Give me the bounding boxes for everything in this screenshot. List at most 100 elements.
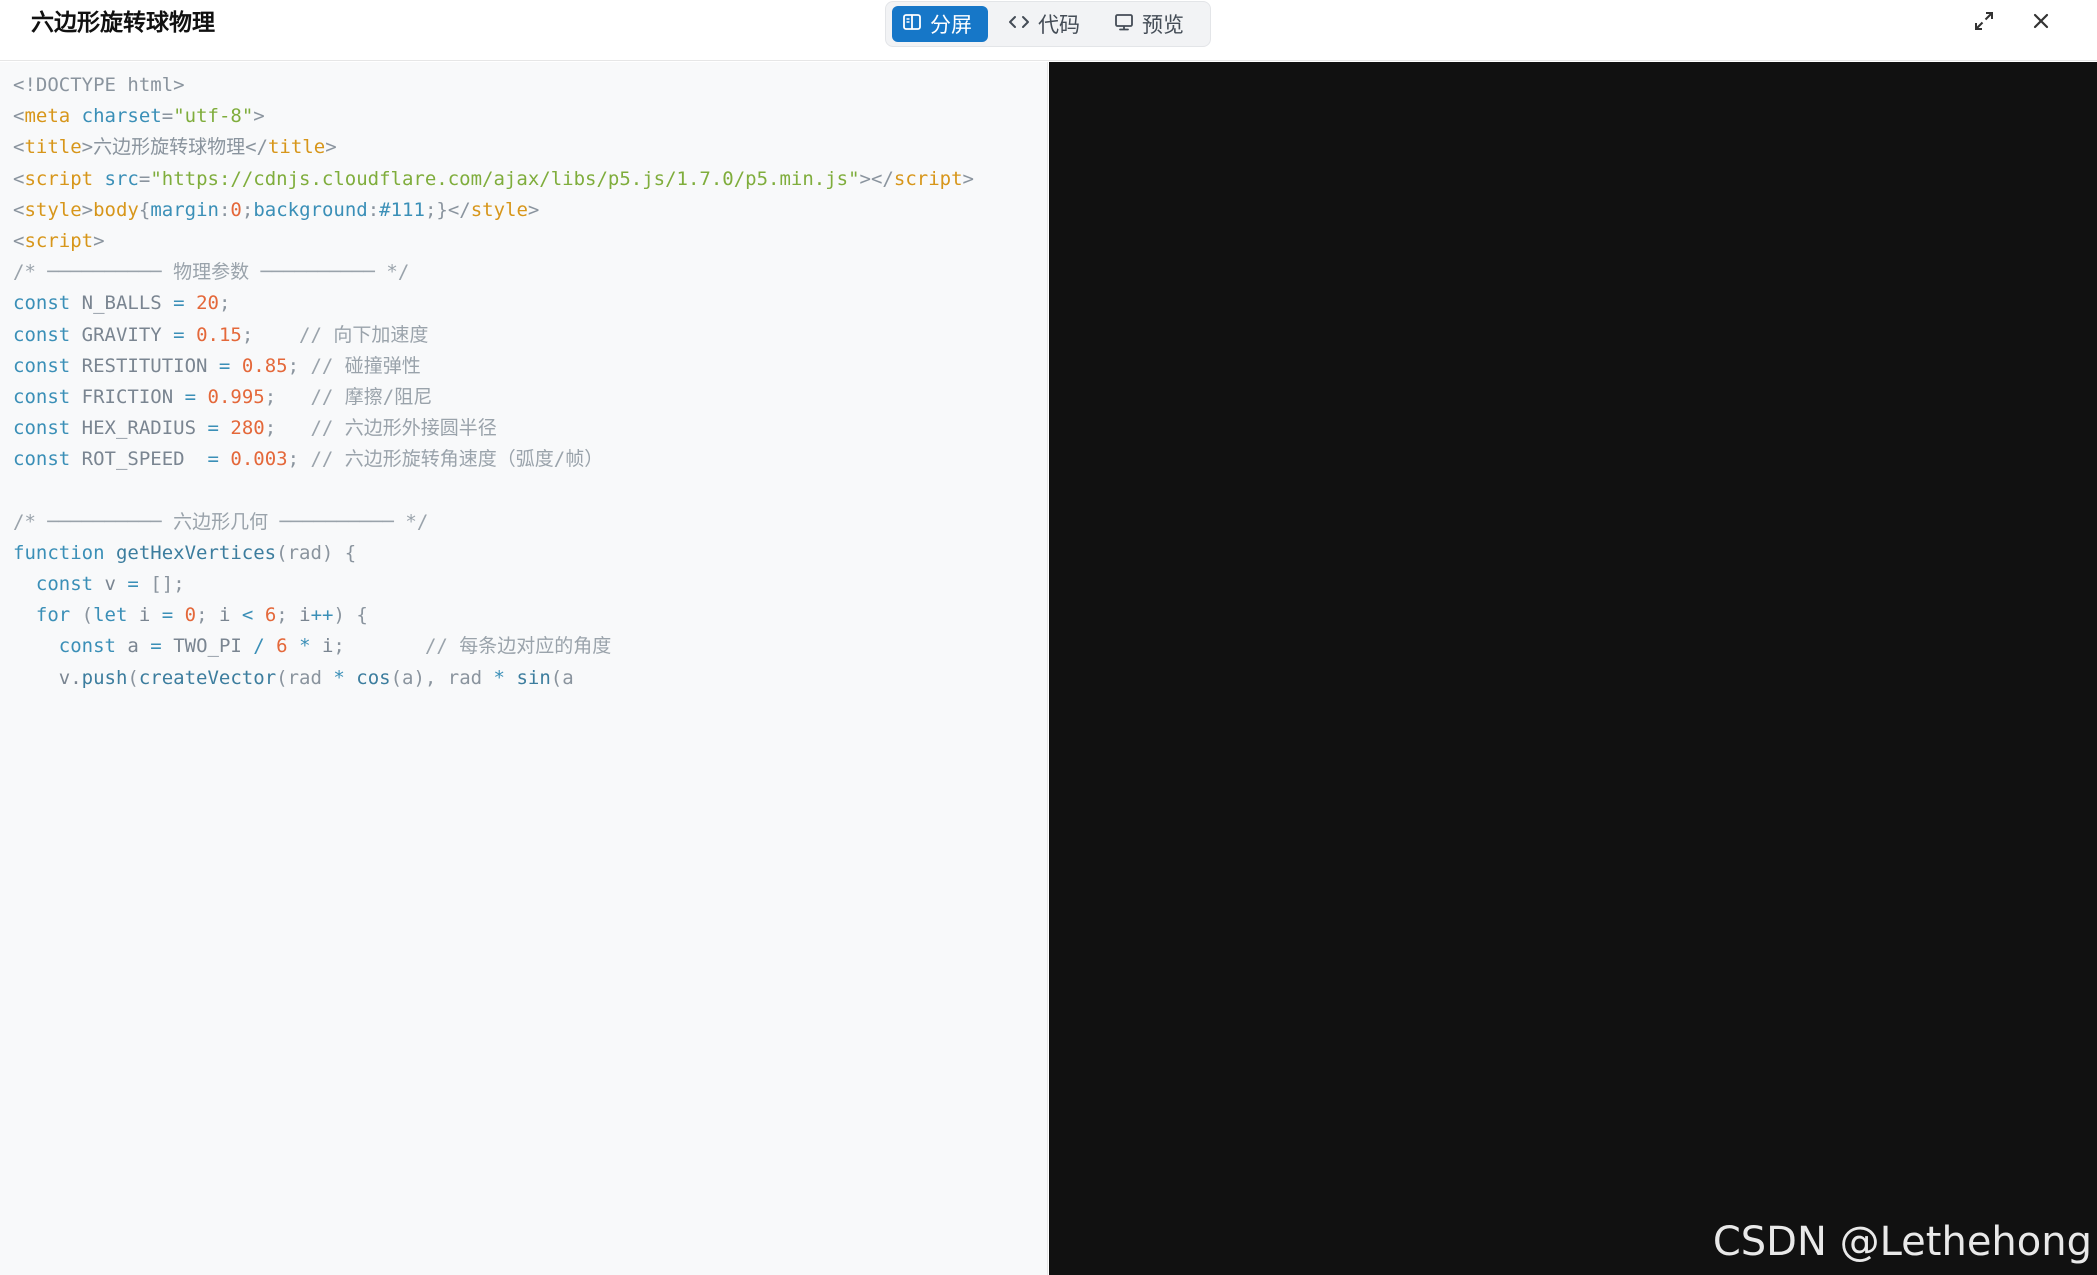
code-token: :	[367, 198, 380, 221]
code-token: ++	[310, 604, 334, 627]
code-token: 0.003	[230, 448, 288, 471]
code-line: /* ────────── 物理参数 ────────── */	[13, 257, 974, 288]
code-token: style	[470, 198, 528, 221]
code-token: TWO_PI	[161, 635, 254, 658]
code-token: i	[207, 604, 242, 627]
code-token: >	[962, 167, 974, 190]
code-token: =	[207, 417, 219, 440]
code-line: const ROT_SPEED = 0.003; // 六边形旋转角速度（弧度/…	[13, 444, 974, 475]
code-token: ;	[264, 417, 277, 440]
code-token: ;	[241, 198, 254, 221]
code-token: createVector	[138, 666, 277, 689]
code-token: (rad	[276, 666, 334, 689]
code-token: (rad) {	[276, 541, 357, 564]
preview-pane[interactable]: CSDN @Lethehong	[1049, 62, 2097, 1275]
close-icon	[2031, 11, 2051, 35]
expand-button[interactable]	[1969, 8, 1999, 38]
code-token: <	[241, 604, 254, 627]
code-token: script	[24, 229, 94, 252]
split-icon	[902, 12, 922, 37]
code-token: >	[81, 198, 94, 221]
code-token: "https://cdnjs.cloudflare.com/ajax/libs/…	[150, 167, 860, 190]
code-token: style	[24, 198, 82, 221]
code-content[interactable]: <!DOCTYPE html> <meta charset="utf-8"> <ti…	[13, 70, 974, 694]
close-button[interactable]	[2026, 8, 2056, 38]
code-token: charset	[81, 105, 162, 128]
code-token: <	[13, 198, 25, 221]
code-token: =	[127, 573, 139, 595]
code-token: // 碰撞弹性	[299, 354, 421, 377]
code-token: sin	[516, 666, 551, 689]
code-token: getHexVertices	[115, 541, 277, 564]
code-line: const FRICTION = 0.995; // 摩擦/阻尼	[13, 382, 974, 413]
top-bar: 六边形旋转球物理 分屏 代码 预览	[0, 0, 2097, 61]
code-view-label: 代码	[1038, 13, 1080, 37]
code-token: <	[13, 105, 25, 128]
code-token: cos	[356, 666, 391, 689]
code-token: src	[104, 167, 139, 190]
code-token: FRICTION	[70, 385, 185, 408]
code-token: margin	[150, 198, 219, 221]
code-token: /	[253, 635, 265, 658]
code-token: const	[13, 292, 71, 315]
code-token: <!DOCTYPE html>	[13, 74, 185, 96]
code-token: >	[325, 136, 337, 159]
monitor-icon	[1114, 12, 1134, 37]
code-line: const v = [];	[13, 569, 974, 600]
preview-view-label: 预览	[1142, 13, 1184, 37]
window-title: 六边形旋转球物理	[31, 10, 215, 36]
code-token: v	[93, 573, 128, 595]
code-line: for (let i = 0; i < 6; i++) {	[13, 600, 974, 631]
code-view-button[interactable]: 代码	[998, 6, 1094, 42]
code-token: >	[93, 229, 105, 252]
preview-view-button[interactable]: 预览	[1104, 6, 1204, 42]
code-token: >	[527, 198, 540, 221]
code-token: const	[35, 573, 94, 595]
code-token: push	[81, 666, 128, 689]
code-token: title	[267, 136, 326, 159]
code-token: RESTITUTION	[70, 354, 219, 377]
code-token: script	[24, 167, 94, 190]
code-line: const a = TWO_PI / 6 * i; // 每条边对应的角度	[13, 631, 974, 662]
code-line: <script src="https://cdnjs.cloudflare.co…	[13, 164, 974, 195]
code-token: // 六边形外接圆半径	[276, 417, 497, 440]
code-line: const GRAVITY = 0.15; // 向下加速度	[13, 320, 974, 351]
code-token: (	[70, 604, 94, 627]
code-token: 6	[276, 635, 288, 658]
code-token: <	[13, 136, 25, 159]
code-token: background	[253, 198, 368, 221]
code-token: 0.85	[241, 354, 288, 377]
split-view-button[interactable]: 分屏	[892, 6, 988, 42]
code-editor-pane[interactable]: <!DOCTYPE html> <meta charset="utf-8"> <ti…	[0, 62, 1048, 1275]
code-token: =	[150, 635, 162, 658]
code-line: const HEX_RADIUS = 280; // 六边形外接圆半径	[13, 413, 974, 444]
code-token: 0.995	[207, 385, 265, 408]
code-line: <style>body{margin:0;background:#111;}</…	[13, 195, 974, 226]
code-icon	[1008, 12, 1030, 37]
code-token: i	[310, 635, 334, 658]
code-token: const	[13, 417, 71, 440]
view-toggle: 分屏 代码 预览	[885, 1, 1211, 47]
code-token: ;	[287, 354, 300, 377]
watermark: CSDN @Lethehong	[1712, 1219, 2092, 1265]
code-token: "utf-8"	[173, 105, 254, 128]
code-token: *	[493, 666, 505, 689]
code-token: (a	[550, 666, 574, 689]
code-token: 0	[230, 198, 242, 221]
code-token: *	[299, 635, 311, 658]
code-token: meta	[24, 105, 71, 128]
code-token: =	[207, 448, 219, 471]
